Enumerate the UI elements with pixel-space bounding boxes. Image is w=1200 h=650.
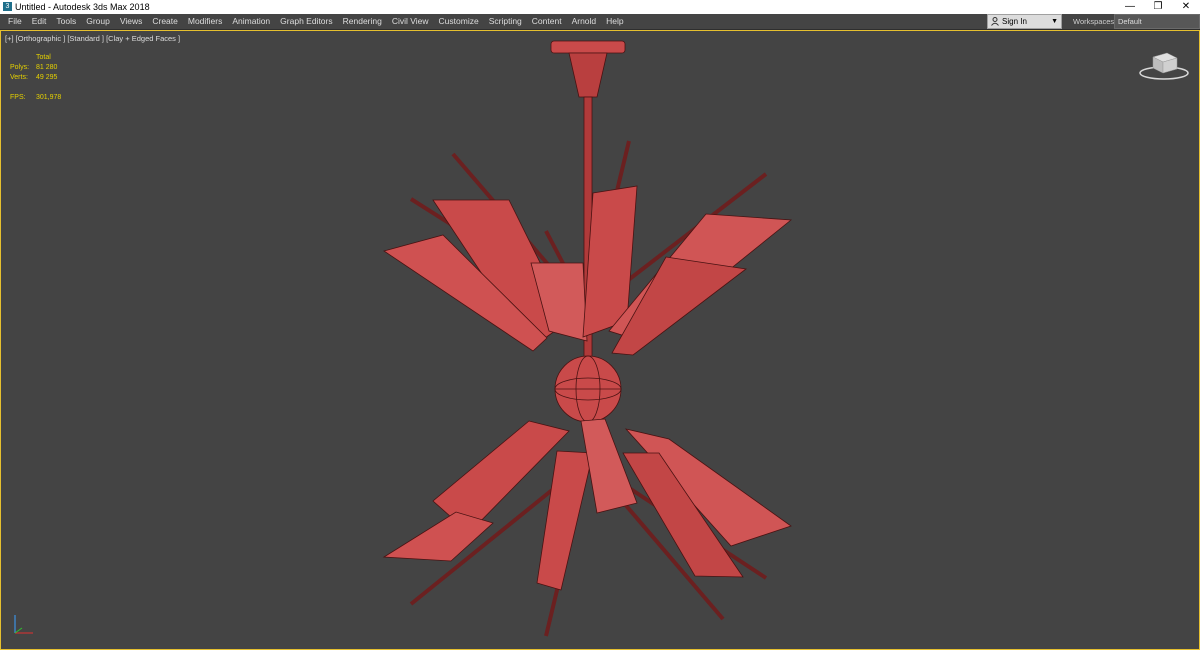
menu-customize[interactable]: Customize — [434, 14, 484, 29]
menu-rendering[interactable]: Rendering — [338, 14, 387, 29]
polys-value: 81 280 — [36, 64, 58, 71]
stats-header: Total — [36, 54, 51, 61]
sign-in-dropdown[interactable]: Sign In ▼ — [987, 14, 1062, 29]
fps-label: FPS: — [10, 94, 26, 101]
viewport-label[interactable]: [+] [Orthographic ] [Standard ] [Clay + … — [5, 34, 180, 44]
verts-label: Verts: — [10, 74, 28, 81]
workspaces-label: Workspaces: — [1073, 17, 1117, 26]
app-icon: 3 — [3, 2, 12, 11]
title-bar: 3 Untitled - Autodesk 3ds Max 2018 — ❐ ✕ — [0, 0, 1200, 14]
menu-views[interactable]: Views — [115, 14, 148, 29]
menu-arnold[interactable]: Arnold — [567, 14, 602, 29]
workspace-value: Default — [1118, 17, 1142, 26]
restore-button[interactable]: ❐ — [1144, 0, 1172, 14]
close-button[interactable]: ✕ — [1172, 0, 1200, 14]
menu-civil-view[interactable]: Civil View — [387, 14, 434, 29]
menu-file[interactable]: File — [3, 14, 27, 29]
sign-in-label: Sign In — [1002, 17, 1027, 26]
viewport[interactable]: [+] [Orthographic ] [Standard ] [Clay + … — [0, 30, 1200, 650]
fps-value: 301,978 — [36, 94, 62, 101]
polys-label: Polys: — [10, 64, 30, 71]
menu-graph-editors[interactable]: Graph Editors — [275, 14, 337, 29]
menu-help[interactable]: Help — [601, 14, 628, 29]
menu-animation[interactable]: Animation — [227, 14, 275, 29]
menu-group[interactable]: Group — [81, 14, 115, 29]
window-title: Untitled - Autodesk 3ds Max 2018 — [15, 2, 150, 12]
user-icon — [991, 17, 999, 26]
minimize-button[interactable]: — — [1116, 0, 1144, 14]
menu-items: File Edit Tools Group Views Create Modif… — [3, 14, 629, 29]
menu-edit[interactable]: Edit — [27, 14, 52, 29]
axis-tripod-icon — [14, 615, 33, 634]
menu-scripting[interactable]: Scripting — [484, 14, 527, 29]
menu-modifiers[interactable]: Modifiers — [183, 14, 227, 29]
window-controls: — ❐ ✕ — [1116, 0, 1200, 14]
menu-content[interactable]: Content — [527, 14, 567, 29]
viewcube-icon[interactable] — [1137, 49, 1191, 81]
menu-create[interactable]: Create — [147, 14, 183, 29]
chandelier-model — [382, 40, 793, 637]
workspace-select[interactable]: Default — [1114, 14, 1200, 29]
chevron-down-icon: ▼ — [1051, 18, 1058, 25]
menu-tools[interactable]: Tools — [51, 14, 81, 29]
verts-value: 49 295 — [36, 74, 58, 81]
